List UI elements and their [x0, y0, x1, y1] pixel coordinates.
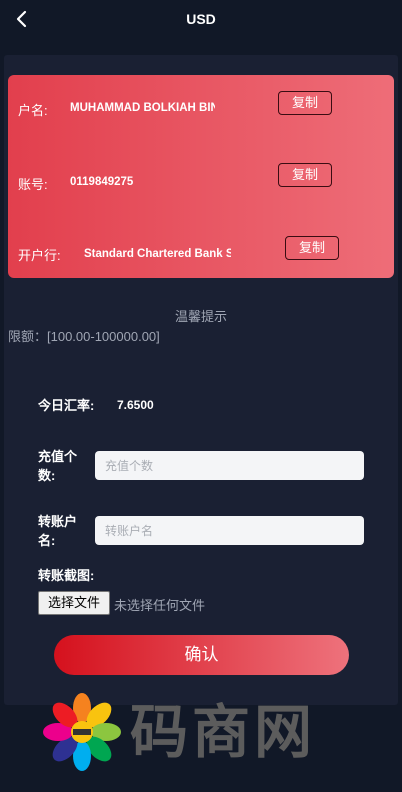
- account-number-value: 0119849275: [70, 176, 134, 188]
- watermark-text: 码商网: [130, 698, 317, 766]
- account-holder-value: MUHAMMAD BOLKIAH BIN: [70, 102, 215, 114]
- account-name-input[interactable]: [95, 516, 364, 545]
- amount-label-line2: 数:: [38, 468, 56, 483]
- account-name-label: 转账户 名:: [38, 512, 77, 550]
- rate-value: 7.6500: [117, 398, 154, 412]
- confirm-button[interactable]: 确认: [54, 635, 349, 675]
- account-name-label-line1: 转账户: [38, 514, 78, 529]
- copy-bank-branch-button[interactable]: 复制: [285, 236, 339, 260]
- amount-label: 充值个 数:: [38, 447, 77, 485]
- amount-input[interactable]: [95, 451, 364, 480]
- account-holder-label: 户名:: [18, 103, 48, 118]
- bank-info-card: 户名: MUHAMMAD BOLKIAH BIN 复制 账号: 01198492…: [8, 75, 394, 278]
- limit-text: 限额：[100.00-100000.00]: [8, 329, 160, 344]
- screenshot-label: 转账截图:: [38, 568, 95, 583]
- account-number-label: 账号:: [18, 177, 48, 192]
- header: USD: [0, 0, 402, 40]
- file-status-text: 未选择任何文件: [114, 598, 206, 613]
- watermark-flower-logo: [43, 693, 121, 771]
- copy-account-number-button[interactable]: 复制: [278, 163, 332, 187]
- rate-label: 今日汇率:: [38, 398, 95, 413]
- amount-label-line1: 充值个: [38, 449, 78, 464]
- bank-branch-label: 开户行:: [18, 248, 61, 263]
- tips-title: 温馨提示: [174, 309, 227, 324]
- account-name-label-line2: 名:: [38, 533, 56, 548]
- page-title: USD: [186, 11, 216, 27]
- bank-branch-value: Standard Chartered Bank S: [84, 248, 231, 260]
- choose-file-button[interactable]: 选择文件: [38, 591, 110, 615]
- copy-account-holder-button[interactable]: 复制: [278, 91, 332, 115]
